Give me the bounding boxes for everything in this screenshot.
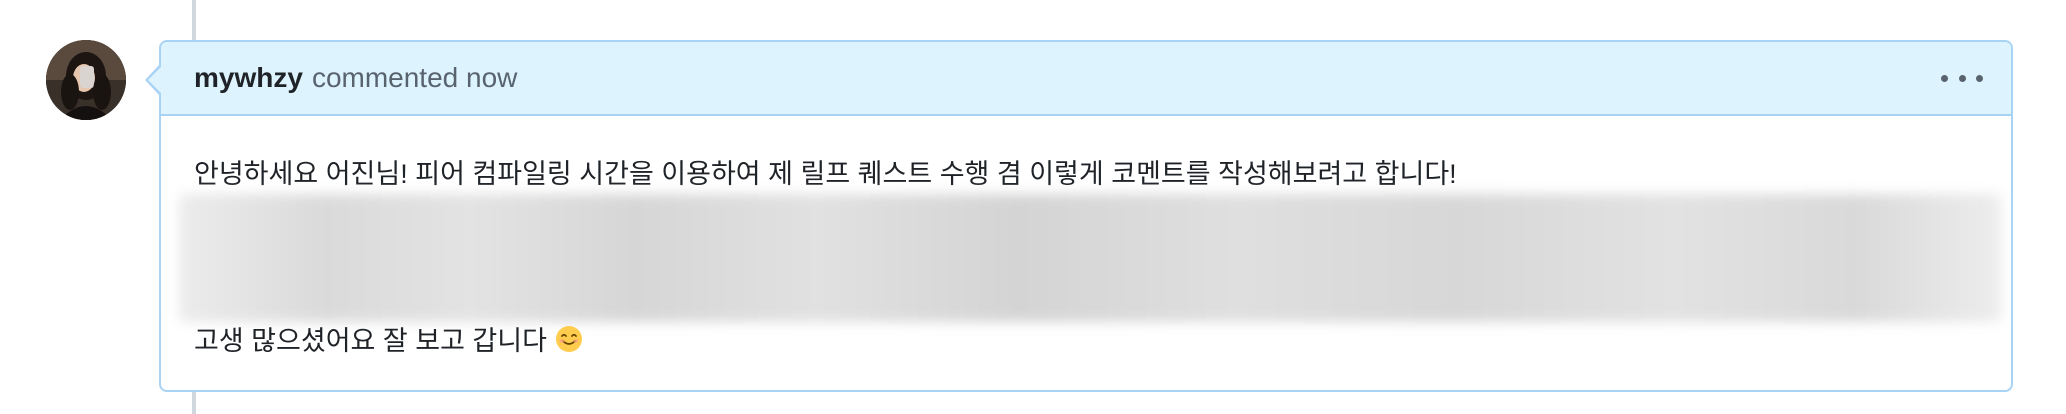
avatar[interactable] xyxy=(46,40,126,120)
comment-text-line-last: 고생 많으셨어요 잘 보고 갑니다 xyxy=(194,319,583,358)
avatar-photo xyxy=(46,40,126,120)
comment-arrow xyxy=(148,66,162,94)
kebab-dot-icon xyxy=(1958,74,1966,82)
comment-box: mywhzy commented now 안녕하세요 어진님! 피어 컴파일링 … xyxy=(159,40,2013,392)
timeline-line-bottom xyxy=(192,392,196,414)
redacted-content xyxy=(179,194,2001,322)
comment-text: 고생 많으셨어요 잘 보고 갑니다 xyxy=(194,326,547,356)
kebab-dot-icon xyxy=(1941,74,1948,82)
comment-header: mywhzy commented now xyxy=(161,42,2011,116)
comment-author[interactable]: mywhzy xyxy=(194,62,303,94)
smiling-face-icon xyxy=(555,325,582,352)
more-options-button[interactable] xyxy=(1941,64,1983,92)
comment-text-line: 안녕하세요 어진님! 피어 컴파일링 시간을 이용하여 제 릴프 퀘스트 수행 … xyxy=(194,159,1457,189)
comment-timestamp[interactable]: commented now xyxy=(312,62,517,94)
kebab-dot-icon xyxy=(1976,74,1983,82)
timeline-line-top xyxy=(192,0,196,41)
